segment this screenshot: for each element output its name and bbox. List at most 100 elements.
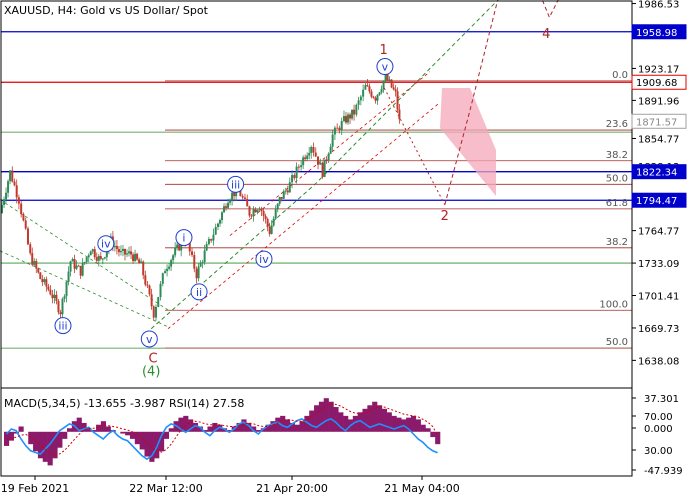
candle-body [77,265,80,267]
chart-canvas: 0.023.638.250.061.838.2100.050.0 iiiivvC… [0,0,700,500]
candle-body [73,259,76,269]
candle-body [121,248,124,252]
candle-body [353,109,356,115]
price-tag-label: 1794.47 [636,196,677,207]
candle-body [97,256,100,261]
candle-body [214,226,217,235]
candle-body [79,265,82,276]
candle-body [227,202,230,208]
candle-body [340,121,343,131]
candle-body [333,127,336,135]
candle-body [197,266,200,279]
candle-body [270,225,273,234]
macd-bar [333,407,339,432]
candle-body [35,261,38,269]
candle-body [140,261,143,264]
macd-bar [323,398,329,432]
candle-body [308,152,311,156]
candle-body [282,191,285,199]
price-chart[interactable]: 0.0 23.6 38.2 50.0 61.8 38.2 100.0 50.0 iii iv v C… [0,0,700,500]
candle-body [288,182,291,193]
macd-bar [120,431,126,434]
candle-body [113,245,116,248]
candle-body [17,197,20,204]
macd-bar [372,401,378,432]
candle-body [93,249,96,258]
candle-body [26,228,29,245]
candle-body [61,298,64,315]
fib-label: 0.0 [612,70,628,81]
candle-body [221,212,224,221]
indicator-title: MACD(5,34,5) -13.655 -3.987 RSI(14) 27.5… [4,397,244,410]
candle-body [53,294,56,299]
candle-body [134,253,137,261]
macd-bar [377,405,383,432]
symbol-info: XAUUSD, H4: Gold vs US Dollar/ Spot [4,4,209,17]
candle-body [256,210,259,213]
candle-body [398,109,401,120]
candle-body [3,199,6,205]
candle-body [170,260,173,267]
candle-body [117,249,120,253]
candle-body [359,96,362,101]
x-tick-label: 19 Feb 2021 [1,482,69,495]
candle-body [65,281,68,297]
candle-body [201,262,204,264]
candle-body [154,306,157,318]
candle-body [157,297,160,307]
ind-tick-label: 37.301 [644,394,679,405]
candle-body [83,262,86,264]
candle-body [280,197,283,199]
price-tag-label: 1871.57 [636,117,677,128]
candle-body [264,215,267,220]
x-tick-label: 21 Apr 20:00 [256,482,328,495]
candle-body [376,94,379,101]
candle-body [392,87,395,90]
macd-bar [241,419,247,432]
candle-body [394,89,397,92]
candle-body [7,181,10,193]
candle-body [364,85,367,90]
candle-body [81,263,84,276]
candle-body [9,170,12,182]
macd-bar [381,408,388,432]
candle-body [258,208,261,211]
macd-bar [396,417,402,432]
candle-body [128,251,131,254]
macd-bar [386,412,392,432]
candle-body [123,248,126,255]
candle-body [268,226,271,234]
candle-body [71,259,74,262]
candle-body [225,206,228,208]
macd-bar [62,431,68,439]
candle-body [20,203,23,215]
x-tick-label: 22 Mar 12:00 [129,482,202,495]
candle-body [174,247,177,256]
fib-label: 50.0 [606,337,628,348]
candle-body [99,256,102,259]
candle-body [15,185,18,198]
candle-body [241,196,244,198]
candle-body [304,157,307,160]
candle-body [24,220,27,229]
y-tick-label: 1669.73 [638,324,679,335]
candle-body [295,166,298,179]
candle-body [195,268,198,279]
candle-body [31,253,34,265]
candle-body [59,312,62,315]
candle-body [138,259,141,264]
wave-label: v [382,61,389,74]
candle-body [119,251,122,253]
candle-body [297,166,300,168]
wave-label: iv [101,238,111,251]
candle-body [266,219,269,227]
candle-body [248,206,251,216]
candle-body [349,114,352,119]
candle-body [380,89,383,93]
candle-body [396,91,399,110]
candle-body [55,294,58,301]
candle-body [132,254,135,261]
macd-bar [125,431,131,436]
candle-body [85,257,88,263]
macd-bar [299,421,305,432]
